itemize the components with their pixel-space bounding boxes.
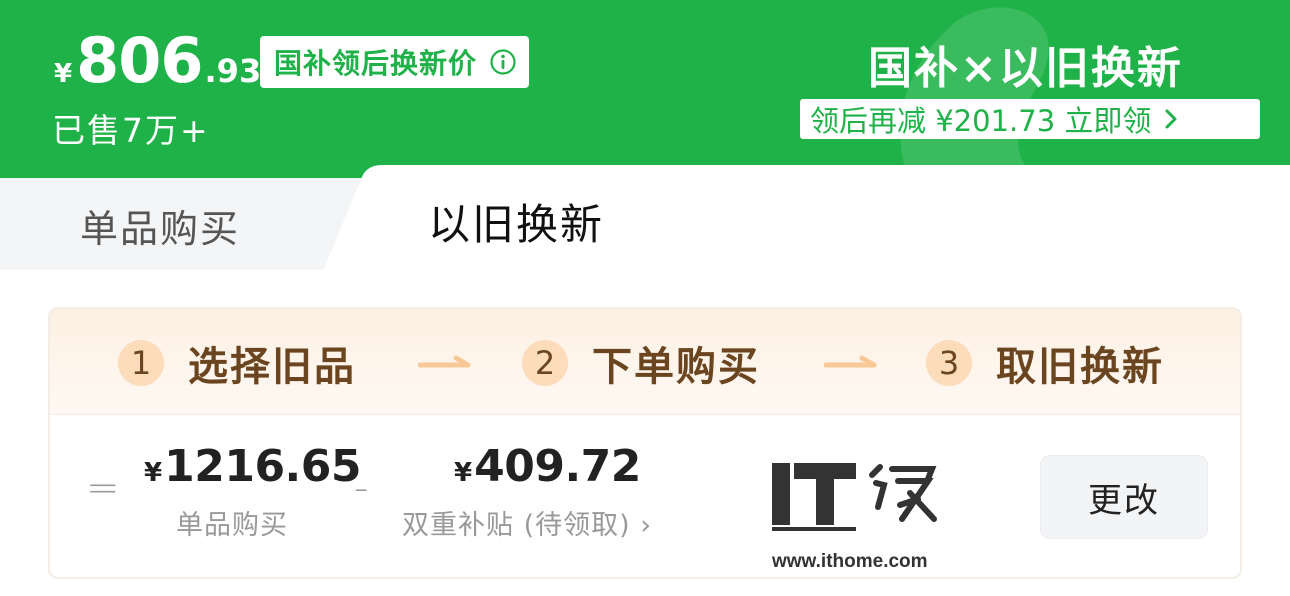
step-label: 选择旧品	[188, 344, 356, 390]
sold-count: 已售7万+	[52, 111, 210, 150]
price-type-badge[interactable]: 国补领后换新价	[260, 36, 530, 88]
step-number: 3	[926, 340, 972, 386]
currency-symbol: ¥	[144, 458, 163, 488]
subsidy-link[interactable]: 双重补贴 (待领取) ›	[402, 503, 652, 542]
purchase-mode-tabs: 单品购买 以旧换新	[0, 163, 1290, 278]
change-old-item-button[interactable]: 更改	[1040, 455, 1208, 539]
subsidy-amount: ¥ 409.72	[454, 441, 641, 492]
arrow-right-icon	[418, 355, 471, 368]
price-type-label: 国补领后换新价	[274, 47, 478, 80]
step-label: 下单购买	[592, 344, 760, 390]
step-place-order: 2 下单购买	[522, 335, 760, 391]
currency-symbol: ¥	[54, 59, 73, 89]
watermark-url: www.ithome.com	[772, 551, 928, 572]
step-label: 取旧换新	[996, 344, 1164, 390]
equals-sign: =	[86, 465, 120, 511]
currency-symbol: ¥	[454, 458, 473, 488]
chevron-right-icon	[1165, 109, 1177, 129]
minus-sign: -	[354, 465, 369, 511]
tab-single-purchase[interactable]: 单品购买	[80, 198, 240, 253]
trade-in-steps: 1 选择旧品 2 下单购买 3 取旧换新	[50, 309, 1240, 415]
step-number: 1	[118, 340, 164, 386]
tab-trade-in[interactable]: 以旧换新	[428, 191, 604, 252]
single-purchase-label: 单品购买	[176, 510, 288, 541]
price-display: ¥ 806 .93	[54, 26, 261, 96]
step-number: 2	[522, 340, 568, 386]
info-icon[interactable]	[489, 48, 517, 76]
ithome-watermark-logo: www.ithome.com	[772, 463, 937, 572]
single-purchase-price: ¥ 1216.65	[144, 441, 361, 492]
price-calculation: = ¥ 1216.65 单品购买 - ¥ 409.72 双重补贴 (待领取) ›…	[50, 415, 1240, 577]
subsidy-value: 409.72	[474, 441, 641, 492]
step-pickup-old-item: 3 取旧换新	[926, 335, 1164, 391]
price-integer: 806	[76, 24, 203, 97]
step-select-old-item: 1 选择旧品	[118, 335, 356, 391]
arrow-right-icon	[824, 355, 877, 368]
price-header: ¥ 806 .93 国补领后换新价 已售7万+ 国补×以旧换新 领后再减 ¥20…	[0, 0, 1290, 178]
single-price-value: 1216.65	[164, 441, 361, 492]
trade-in-card: 1 选择旧品 2 下单购买 3 取旧换新 = ¥ 1216.65 单品购买 - …	[48, 307, 1242, 579]
price-decimal: .93	[204, 52, 262, 90]
promo-detail: 领后再减 ¥201.73 立即领	[810, 104, 1152, 138]
claim-coupon-button[interactable]: 领后再减 ¥201.73 立即领	[800, 99, 1260, 139]
promo-title: 国补×以旧换新	[868, 43, 1183, 94]
